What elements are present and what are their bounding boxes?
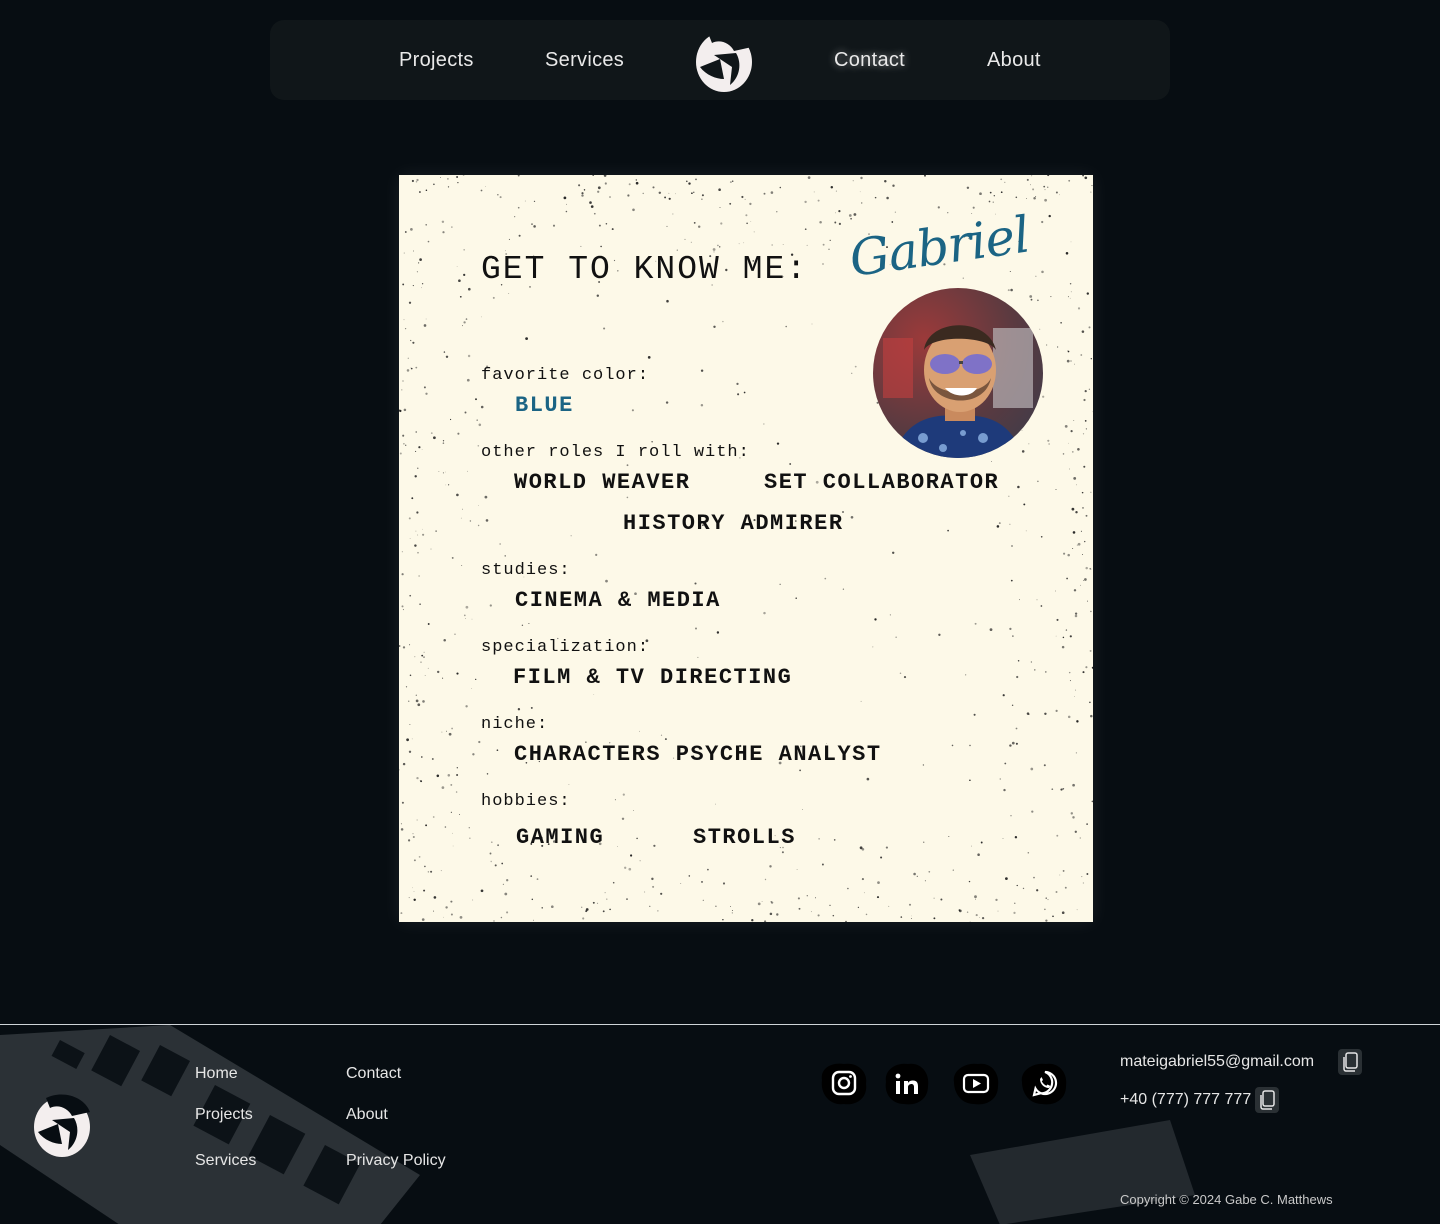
hobby-item: GAMING bbox=[516, 825, 605, 850]
copy-email-button[interactable] bbox=[1338, 1049, 1362, 1075]
hobbies-label: hobbies: bbox=[481, 792, 571, 811]
linkedin-icon[interactable] bbox=[880, 1060, 932, 1106]
youtube-icon[interactable] bbox=[950, 1060, 1002, 1106]
footer-contact-link[interactable]: Contact bbox=[346, 1065, 401, 1083]
studies-label: studies: bbox=[481, 561, 571, 580]
studies-value: CINEMA & MEDIA bbox=[515, 588, 721, 613]
footer-projects-link[interactable]: Projects bbox=[195, 1106, 253, 1124]
footer-home-link[interactable]: Home bbox=[195, 1065, 238, 1083]
aperture-logo-icon[interactable] bbox=[694, 27, 754, 93]
nav-about-link[interactable]: About bbox=[987, 20, 1041, 100]
specialization-value: FILM & TV DIRECTING bbox=[513, 665, 793, 690]
favorite-color-label: favorite color: bbox=[481, 366, 650, 385]
copy-icon bbox=[1260, 1090, 1275, 1110]
footer-aperture-logo-icon[interactable] bbox=[32, 1092, 92, 1158]
whatsapp-icon[interactable] bbox=[1018, 1060, 1070, 1106]
footer-services-link[interactable]: Services bbox=[195, 1152, 256, 1170]
niche-value: CHARACTERS PSYCHE ANALYST bbox=[514, 742, 882, 767]
contact-phone: +40 (777) 777 777 bbox=[1120, 1091, 1252, 1108]
copy-icon bbox=[1343, 1052, 1358, 1072]
footer-privacy-policy-link[interactable]: Privacy Policy bbox=[346, 1152, 446, 1170]
role-item: HISTORY ADMIRER bbox=[623, 511, 844, 536]
top-navigation: Projects Services Contact About bbox=[270, 20, 1170, 100]
role-item: SET COLLABORATOR bbox=[764, 470, 1000, 495]
site-footer: Home Projects Services Contact About Pri… bbox=[0, 1024, 1440, 1224]
copyright-text: Copyright © 2024 Gabe C. Matthews bbox=[1120, 1192, 1333, 1207]
nav-contact-link[interactable]: Contact bbox=[834, 20, 905, 100]
footer-about-link[interactable]: About bbox=[346, 1106, 388, 1124]
role-item: WORLD WEAVER bbox=[514, 470, 691, 495]
about-me-card: GET TO KNOW ME: Gabriel favorite color: … bbox=[399, 175, 1093, 922]
nav-services-link[interactable]: Services bbox=[545, 20, 624, 100]
favorite-color-value: BLUE bbox=[515, 393, 574, 418]
profile-photo bbox=[873, 288, 1043, 458]
instagram-icon[interactable] bbox=[818, 1060, 870, 1106]
nav-projects-link[interactable]: Projects bbox=[399, 20, 474, 100]
card-heading: GET TO KNOW ME: bbox=[481, 251, 809, 288]
niche-label: niche: bbox=[481, 715, 549, 734]
hobby-item: STROLLS bbox=[693, 825, 796, 850]
roles-label: other roles I roll with: bbox=[481, 443, 750, 462]
contact-email: mateigabriel55@gmail.com bbox=[1120, 1053, 1315, 1070]
specialization-label: specialization: bbox=[481, 638, 650, 657]
copy-phone-button[interactable] bbox=[1255, 1087, 1279, 1113]
